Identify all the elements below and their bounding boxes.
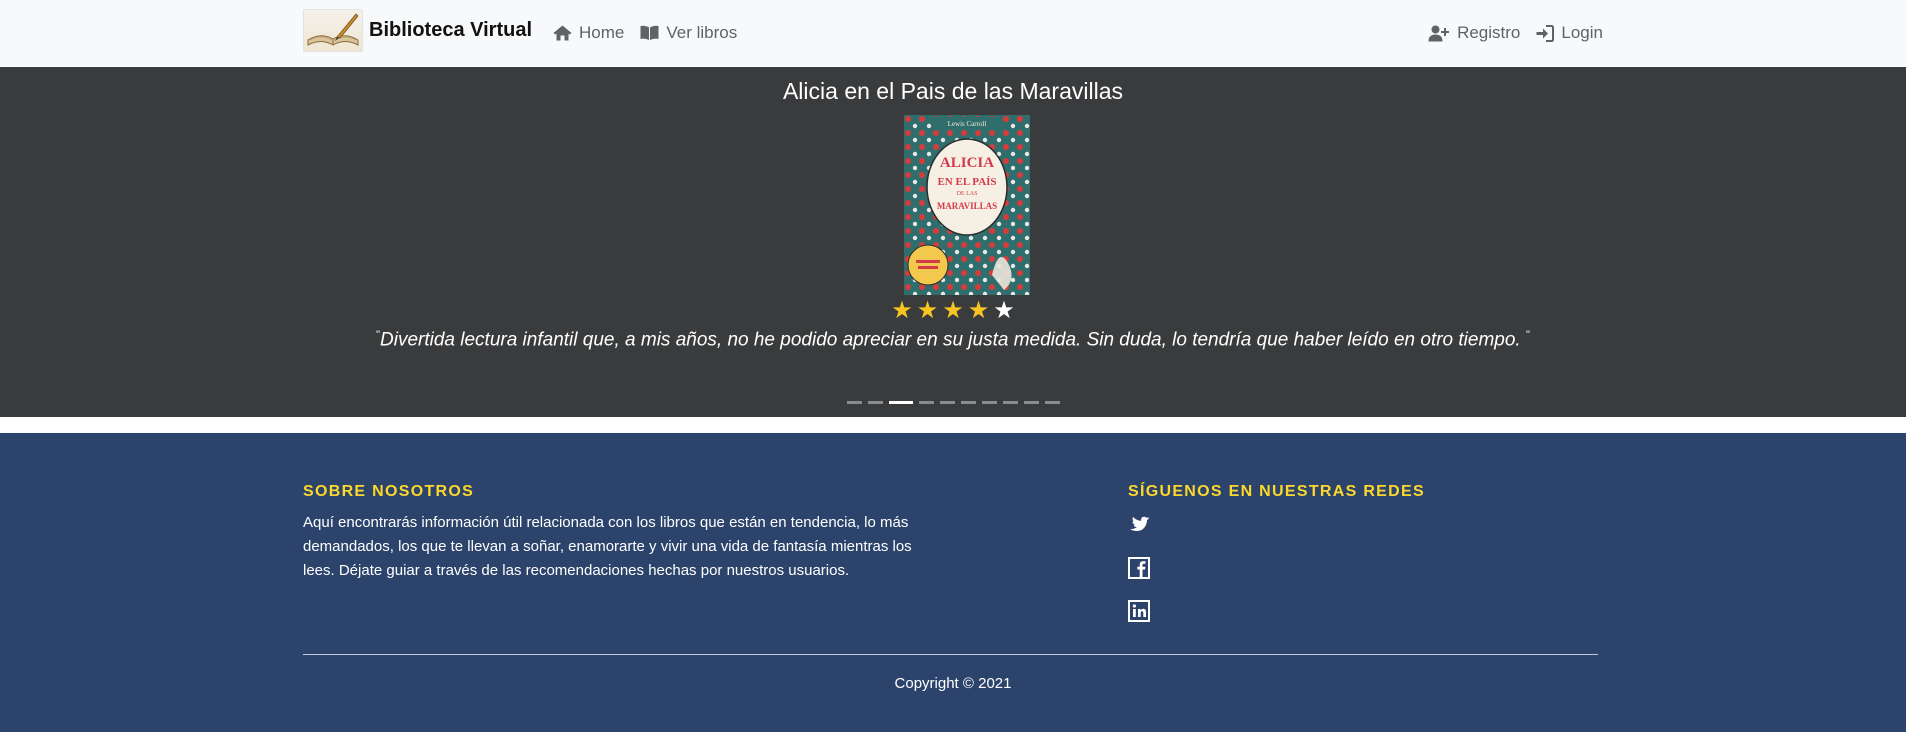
brand-link[interactable]: Biblioteca Virtual [303, 9, 532, 52]
facebook-link[interactable] [1128, 557, 1150, 579]
sign-in-icon [1536, 24, 1555, 42]
linkedin-link[interactable] [1128, 600, 1150, 622]
brand-logo [303, 9, 363, 52]
book-title: Alicia en el Pais de las Maravillas [782, 78, 1124, 104]
facebook-icon [1128, 557, 1150, 579]
nav-login-link[interactable]: Login [1536, 23, 1603, 43]
star-empty-icon: ★ [993, 297, 1015, 324]
book-open-icon [640, 25, 659, 40]
book-carousel[interactable]: Alicia en el Pais de las Maravillas Lewi… [0, 67, 1906, 417]
twitter-icon [1129, 516, 1150, 531]
carousel-indicator[interactable] [1044, 401, 1060, 404]
carousel-indicator[interactable] [867, 401, 883, 404]
user-plus-icon [1428, 25, 1450, 41]
copyright: Copyright © 2021 [894, 675, 1012, 692]
cover-title-1: ALICIA [940, 155, 994, 171]
footer-divider [303, 654, 1598, 655]
nav-left: Home Ver libros [553, 0, 753, 66]
review-text: Divertida lectura infantil que, a mis añ… [380, 329, 1526, 351]
navbar-container: Biblioteca Virtual Home Ver libros Regis… [303, 0, 1603, 66]
rating-stars: ★ ★ ★ ★ ★ [0, 298, 1906, 324]
footer: SOBRE NOSOTROS Aquí encontrarás informac… [0, 433, 1906, 732]
cover-title-4: MARAVILLAS [937, 201, 997, 211]
nav-login-label: Login [1561, 23, 1603, 42]
linkedin-icon [1128, 600, 1150, 622]
nav-register-label: Registro [1457, 23, 1521, 42]
about-text: Aquí encontrarás información útil relaci… [303, 514, 912, 579]
nav-register-link[interactable]: Registro [1428, 23, 1520, 43]
nav-home-link[interactable]: Home [553, 23, 624, 43]
carousel-indicator[interactable] [918, 401, 934, 404]
carousel-indicator[interactable] [981, 401, 997, 404]
cover-title-2: EN EL PAÍS [937, 176, 996, 188]
carousel-indicators [0, 401, 1906, 404]
navbar: Biblioteca Virtual Home Ver libros Regis… [0, 0, 1906, 66]
home-icon [553, 25, 572, 41]
star-filled-icon: ★ [891, 297, 913, 324]
cover-author: Lewis Carroll [948, 120, 987, 128]
carousel-indicator[interactable] [1023, 401, 1039, 404]
twitter-link[interactable] [1128, 514, 1152, 534]
carousel-indicator[interactable] [888, 401, 913, 404]
nav-home-label: Home [579, 23, 625, 42]
nav-books-label: Ver libros [666, 23, 738, 42]
star-filled-icon: ★ [942, 297, 964, 324]
carousel-indicator[interactable] [960, 401, 976, 404]
carousel-indicator[interactable] [939, 401, 955, 404]
book-review: "Divertida lectura infantil que, a mis a… [0, 329, 1906, 351]
book-cover[interactable]: Lewis Carroll ALICIA EN EL PAÍS DE LAS M… [904, 115, 1030, 295]
about-heading: SOBRE NOSOTROS [303, 483, 475, 500]
nav-right: Registro Login [1412, 0, 1603, 66]
nav-books-link[interactable]: Ver libros [640, 23, 737, 43]
carousel-indicator[interactable] [846, 401, 862, 404]
brand-name: Biblioteca Virtual [369, 19, 533, 41]
carousel-indicator[interactable] [1002, 401, 1018, 404]
social-heading: SÍGUENOS EN NUESTRAS REDES [1128, 483, 1425, 500]
review-close-quote: " [1525, 329, 1530, 341]
cover-title-3: DE LAS [957, 191, 978, 197]
star-filled-icon: ★ [916, 297, 939, 324]
star-filled-icon: ★ [967, 297, 990, 324]
